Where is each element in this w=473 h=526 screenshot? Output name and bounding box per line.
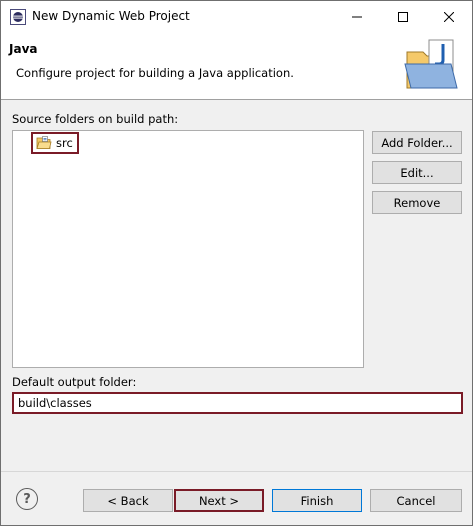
add-folder-button[interactable]: Add Folder... xyxy=(372,131,462,154)
output-folder-label: Default output folder: xyxy=(12,375,137,389)
minimize-button[interactable] xyxy=(334,1,380,32)
edit-button[interactable]: Edit... xyxy=(372,161,462,184)
java-folder-wizard-icon xyxy=(404,39,458,89)
help-icon: ? xyxy=(23,491,31,507)
source-folders-label: Source folders on build path: xyxy=(12,112,179,126)
eclipse-icon xyxy=(10,9,26,25)
close-icon xyxy=(444,11,454,22)
title-bar[interactable]: New Dynamic Web Project xyxy=(1,1,472,32)
next-button[interactable]: Next > xyxy=(174,489,264,512)
page-title: Java xyxy=(9,42,38,56)
tree-item-src[interactable]: src xyxy=(31,132,79,154)
page-description: Configure project for building a Java ap… xyxy=(16,66,294,80)
help-button[interactable]: ? xyxy=(16,488,38,510)
output-folder-input[interactable]: build\classes xyxy=(12,392,463,414)
back-button[interactable]: < Back xyxy=(83,489,173,512)
maximize-icon xyxy=(398,11,408,22)
source-folders-tree[interactable]: src xyxy=(12,130,364,368)
source-folder-icon xyxy=(36,136,52,149)
finish-button[interactable]: Finish xyxy=(272,489,362,512)
minimize-icon xyxy=(352,16,362,17)
window-title: New Dynamic Web Project xyxy=(32,9,190,23)
dialog-window: New Dynamic Web Project Java Configure p… xyxy=(0,0,473,526)
maximize-button[interactable] xyxy=(380,1,426,32)
close-button[interactable] xyxy=(426,1,472,32)
cancel-button[interactable]: Cancel xyxy=(370,489,462,512)
tree-item-label: src xyxy=(56,136,73,150)
remove-button[interactable]: Remove xyxy=(372,191,462,214)
wizard-header: Java Configure project for building a Ja… xyxy=(1,32,472,100)
footer-separator xyxy=(1,471,472,472)
